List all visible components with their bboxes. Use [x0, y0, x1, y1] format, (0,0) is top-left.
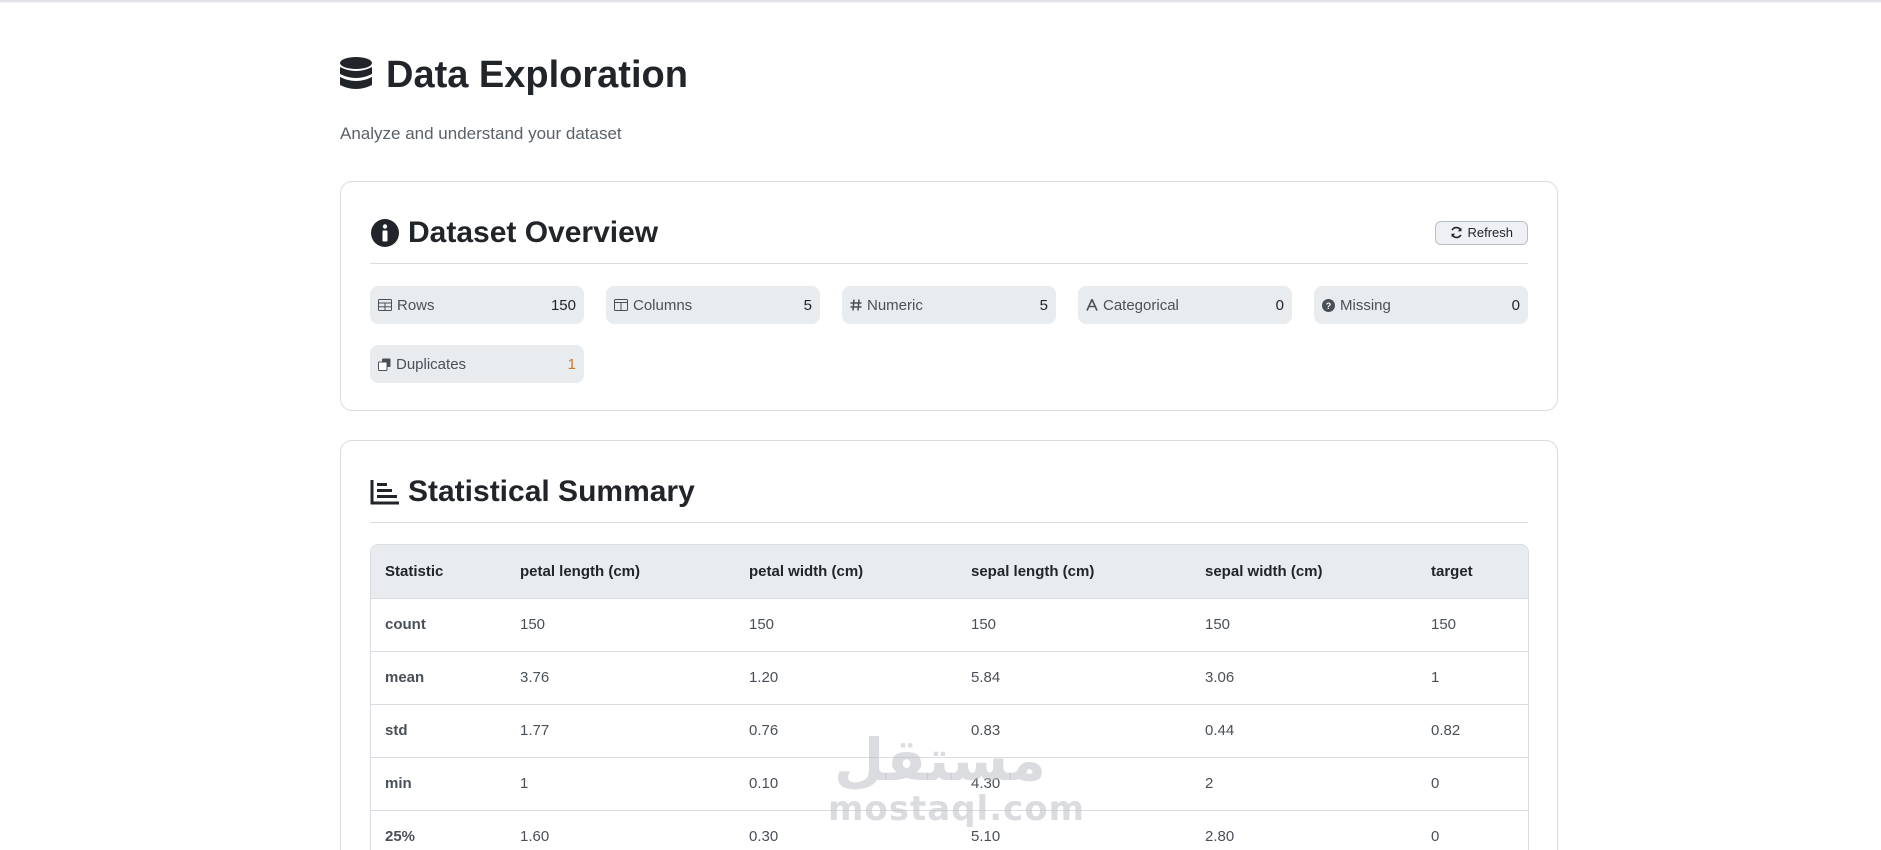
table-row: min 1 0.10 4.30 2 0 — [371, 757, 1528, 811]
dataset-overview-card: Dataset Overview Refresh Rows 150 Column… — [340, 181, 1558, 411]
table-cell: 0.44 — [1191, 704, 1417, 758]
stat-columns-label: Columns — [633, 296, 693, 314]
table-cell: 2.80 — [1191, 810, 1417, 850]
bar-chart-icon — [370, 479, 399, 504]
stat-rows-label-wrap: Rows — [378, 297, 435, 314]
stat-duplicates-label-wrap: Duplicates — [378, 356, 466, 373]
stat-duplicates-value: 1 — [567, 355, 576, 373]
table-header-row: Statistic petal length (cm) petal width … — [371, 545, 1528, 599]
table-cell: 0 — [1417, 810, 1528, 850]
stat-categorical: Categorical 0 — [1078, 286, 1292, 324]
table-cell: 1.77 — [506, 704, 735, 758]
stat-missing-label: Missing — [1340, 296, 1391, 314]
page-subtitle: Analyze and understand your dataset — [340, 124, 622, 143]
stat-rows: Rows 150 — [370, 286, 584, 324]
table-cell: 1.60 — [506, 810, 735, 850]
refresh-button-label: Refresh — [1467, 225, 1513, 240]
stat-columns: Columns 5 — [606, 286, 820, 324]
table-cell-statistic: min — [371, 757, 506, 811]
copy-icon — [378, 358, 391, 371]
col-header-petal-length: petal length (cm) — [506, 545, 735, 599]
stat-categorical-label: Categorical — [1103, 296, 1179, 314]
summary-table-wrap: Statistic petal length (cm) petal width … — [370, 544, 1529, 850]
overview-title: Dataset Overview — [370, 216, 658, 250]
columns-icon — [614, 299, 628, 311]
table-cell: 0 — [1417, 757, 1528, 811]
table-row: 25% 1.60 0.30 5.10 2.80 0 — [371, 810, 1528, 850]
page-title-text: Data Exploration — [386, 53, 688, 96]
table-cell: 150 — [735, 598, 957, 652]
table-row: count 150 150 150 150 150 — [371, 598, 1528, 652]
page-title: Data Exploration — [340, 52, 1558, 98]
stat-columns-label-wrap: Columns — [614, 297, 692, 314]
table-cell: 0.82 — [1417, 704, 1528, 758]
stat-duplicates-label: Duplicates — [396, 355, 467, 373]
stat-numeric-value: 5 — [1039, 296, 1048, 314]
table-icon — [378, 299, 392, 311]
table-cell: 0.83 — [957, 704, 1191, 758]
stat-numeric-label-wrap: Numeric — [850, 297, 923, 314]
refresh-icon — [1451, 226, 1463, 239]
col-header-statistic: Statistic — [371, 545, 506, 599]
table-cell-statistic: mean — [371, 651, 506, 705]
stat-missing-label-wrap: ? Missing — [1322, 297, 1391, 314]
table-cell: 2 — [1191, 757, 1417, 811]
stat-missing: ? Missing 0 — [1314, 286, 1528, 324]
table-cell-statistic: 25% — [371, 810, 506, 850]
col-header-target: target — [1417, 545, 1528, 599]
stat-numeric: Numeric 5 — [842, 286, 1056, 324]
table-cell: 5.84 — [957, 651, 1191, 705]
question-circle-icon: ? — [1322, 298, 1335, 312]
stat-duplicates: Duplicates 1 — [370, 345, 584, 383]
table-cell: 150 — [506, 598, 735, 652]
table-cell: 150 — [1191, 598, 1417, 652]
summary-title: Statistical Summary — [370, 475, 695, 509]
svg-text:?: ? — [1326, 301, 1332, 311]
database-icon — [340, 57, 372, 89]
table-cell: 3.06 — [1191, 651, 1417, 705]
table-cell-statistic: count — [371, 598, 506, 652]
page-header: Data Exploration Analyze and understand … — [340, 0, 1558, 144]
table-cell: 1 — [506, 757, 735, 811]
stat-rows-label: Rows — [397, 296, 435, 314]
table-cell: 0.76 — [735, 704, 957, 758]
font-icon — [1086, 299, 1098, 311]
stat-missing-value: 0 — [1511, 296, 1520, 314]
hash-icon — [850, 299, 862, 311]
statistical-summary-card: Statistical Summary Statistic petal leng… — [340, 440, 1558, 850]
table-row: mean 3.76 1.20 5.84 3.06 1 — [371, 651, 1528, 705]
stat-categorical-value: 0 — [1275, 296, 1284, 314]
summary-table: Statistic petal length (cm) petal width … — [371, 545, 1528, 850]
info-circle-icon — [371, 218, 399, 247]
overview-card-header: Dataset Overview Refresh — [370, 182, 1528, 264]
col-header-petal-width: petal width (cm) — [735, 545, 957, 599]
table-cell: 4.30 — [957, 757, 1191, 811]
table-cell: 3.76 — [506, 651, 735, 705]
stat-columns-value: 5 — [803, 296, 812, 314]
table-cell: 150 — [957, 598, 1191, 652]
table-cell: 150 — [1417, 598, 1528, 652]
stat-numeric-label: Numeric — [867, 296, 923, 314]
table-row: std 1.77 0.76 0.83 0.44 0.82 — [371, 704, 1528, 758]
table-cell: 1 — [1417, 651, 1528, 705]
table-cell: 1.20 — [735, 651, 957, 705]
col-header-sepal-length: sepal length (cm) — [957, 545, 1191, 599]
summary-title-text: Statistical Summary — [408, 474, 695, 508]
stat-categorical-label-wrap: Categorical — [1086, 297, 1179, 314]
table-cell: 5.10 — [957, 810, 1191, 850]
stat-rows-value: 150 — [550, 296, 576, 314]
col-header-sepal-width: sepal width (cm) — [1191, 545, 1417, 599]
table-cell-statistic: std — [371, 704, 506, 758]
table-cell: 0.10 — [735, 757, 957, 811]
summary-card-header: Statistical Summary — [370, 441, 1528, 523]
refresh-button[interactable]: Refresh — [1435, 220, 1528, 245]
overview-title-text: Dataset Overview — [408, 215, 659, 249]
table-cell: 0.30 — [735, 810, 957, 850]
main-container: Data Exploration Analyze and understand … — [340, 0, 1558, 850]
